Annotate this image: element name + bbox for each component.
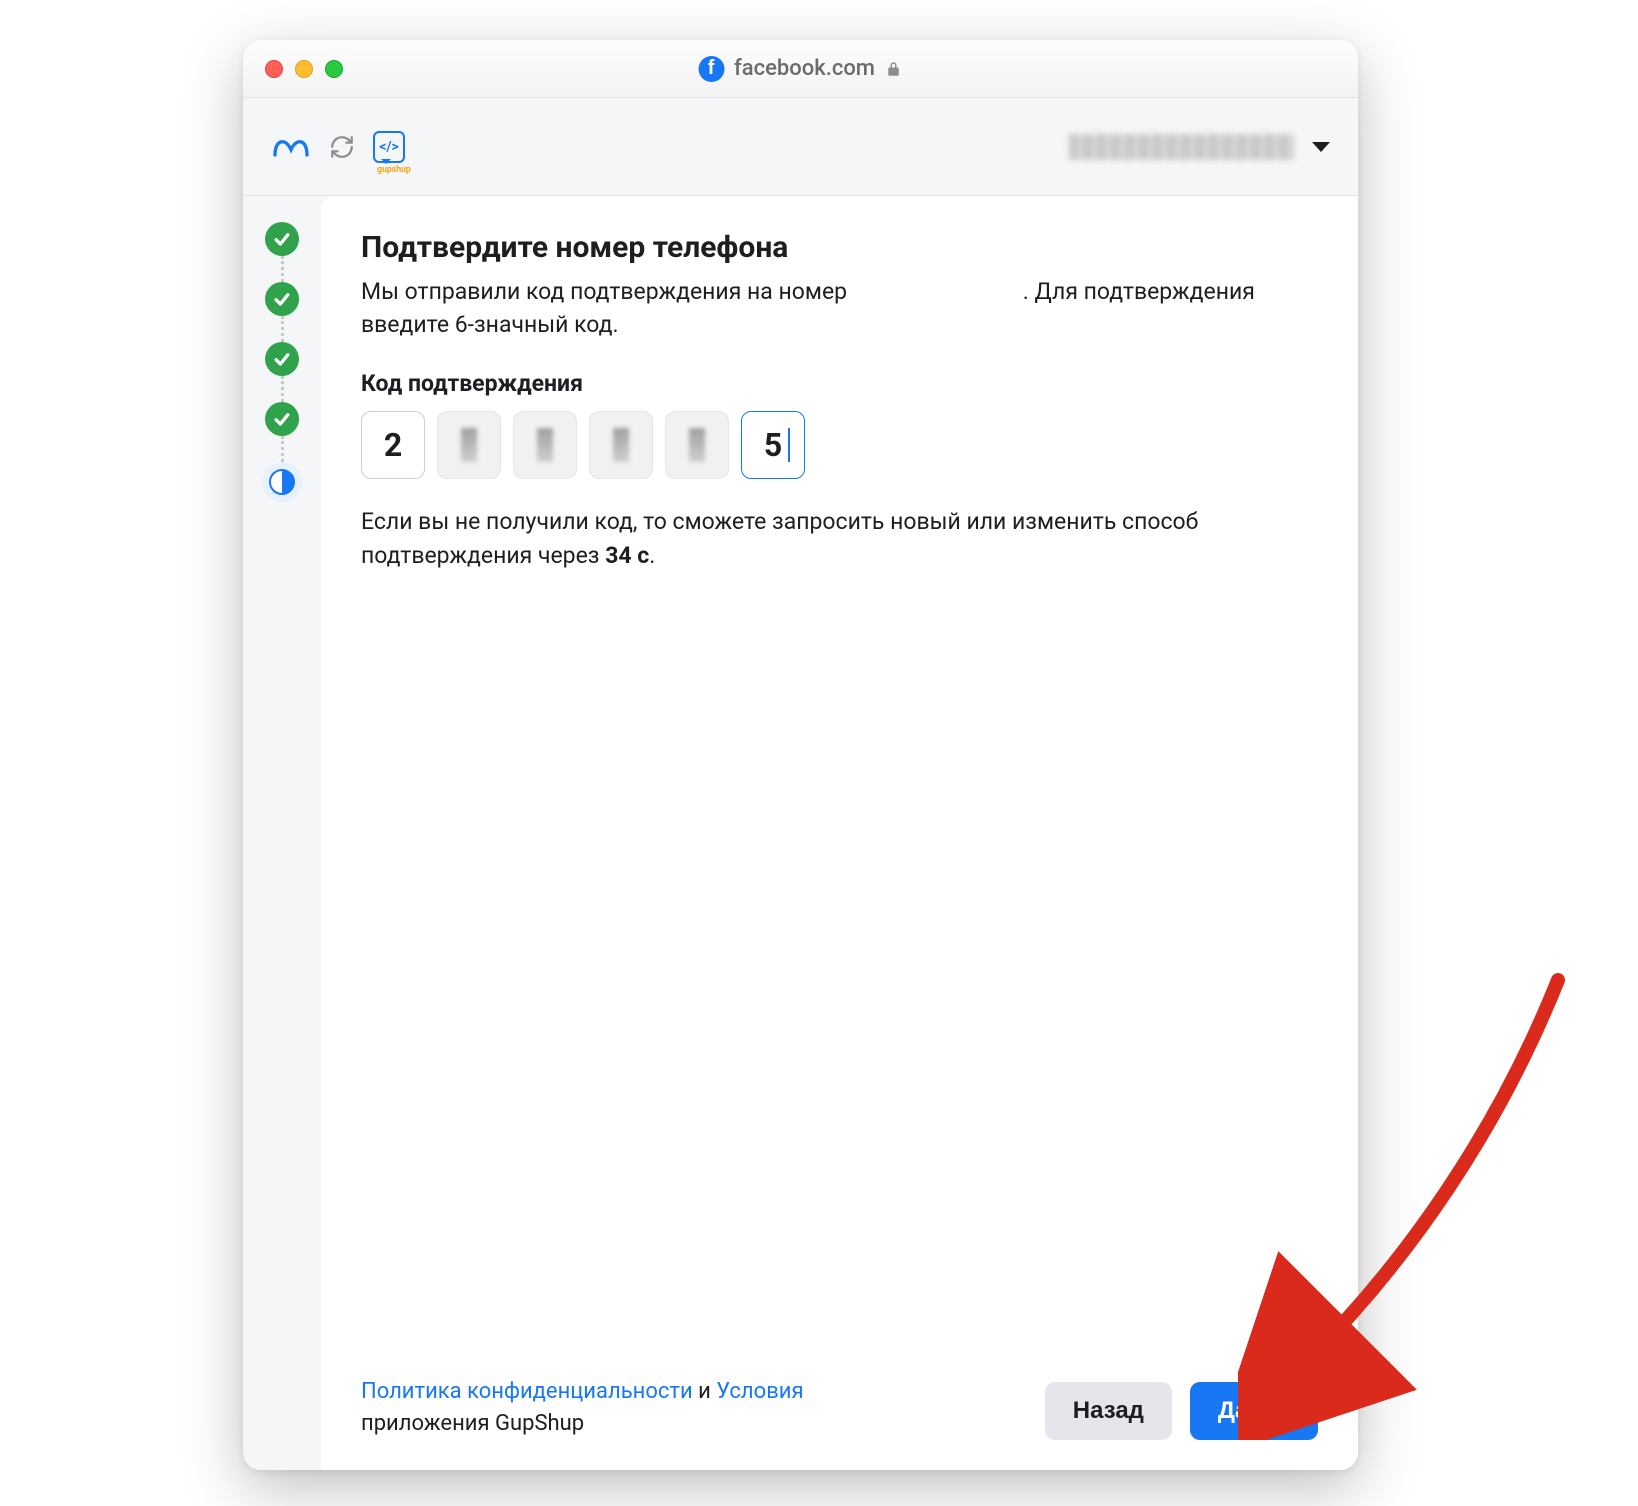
step-4-complete-icon [265, 402, 299, 436]
code-digit-5[interactable] [665, 411, 729, 479]
content-area: Подтвердите номер телефона Мы отправили … [243, 196, 1358, 1470]
url-domain: facebook.com [734, 56, 875, 81]
code-digit-1[interactable]: 2 [361, 411, 425, 479]
code-digit-2[interactable] [437, 411, 501, 479]
step-2-complete-icon [265, 282, 299, 316]
resend-hint: Если вы не получили код, то сможете запр… [361, 505, 1318, 574]
facebook-favicon-icon: f [698, 56, 724, 82]
code-digit-4[interactable] [589, 411, 653, 479]
code-digit-6[interactable]: 5 [741, 411, 805, 479]
app-header: </> gupshup [243, 98, 1358, 196]
window-controls [243, 60, 343, 78]
refresh-icon[interactable] [329, 134, 355, 160]
back-button[interactable]: Назад [1045, 1382, 1172, 1440]
titlebar: f facebook.com [243, 40, 1358, 98]
legal-text: Политика конфиденциальности и Условия пр… [361, 1376, 921, 1440]
page-title: Подтвердите номер телефона [361, 230, 1318, 265]
gupshup-app-icon[interactable]: </> gupshup [373, 131, 405, 163]
address-bar[interactable]: f facebook.com [698, 56, 903, 82]
account-menu-chevron-down-icon[interactable] [1312, 142, 1330, 152]
privacy-policy-link[interactable]: Политика конфиденциальности [361, 1379, 693, 1404]
window-minimize-icon[interactable] [295, 60, 313, 78]
next-button[interactable]: Далее [1190, 1382, 1318, 1440]
verification-code-label: Код подтверждения [361, 370, 1318, 397]
panel-footer: Политика конфиденциальности и Условия пр… [361, 1356, 1318, 1440]
step-5-current-icon [262, 462, 302, 502]
step-3-complete-icon [265, 342, 299, 376]
code-digit-3[interactable] [513, 411, 577, 479]
account-name-redacted [1069, 134, 1294, 160]
main-panel: Подтвердите номер телефона Мы отправили … [321, 196, 1358, 1470]
meta-logo-icon[interactable] [271, 133, 311, 161]
verification-code-inputs: 2 5 [361, 411, 1318, 479]
gupshup-caption: gupshup [377, 165, 411, 175]
terms-link[interactable]: Условия [716, 1379, 803, 1404]
window-close-icon[interactable] [265, 60, 283, 78]
window-zoom-icon[interactable] [325, 60, 343, 78]
page-description: Мы отправили код подтверждения на номер … [361, 275, 1318, 342]
step-1-complete-icon [265, 222, 299, 256]
lock-icon [885, 60, 903, 78]
progress-steps [243, 196, 321, 1470]
countdown-timer: 34 с [605, 542, 649, 569]
browser-window: f facebook.com </> gupshup [243, 40, 1358, 1470]
